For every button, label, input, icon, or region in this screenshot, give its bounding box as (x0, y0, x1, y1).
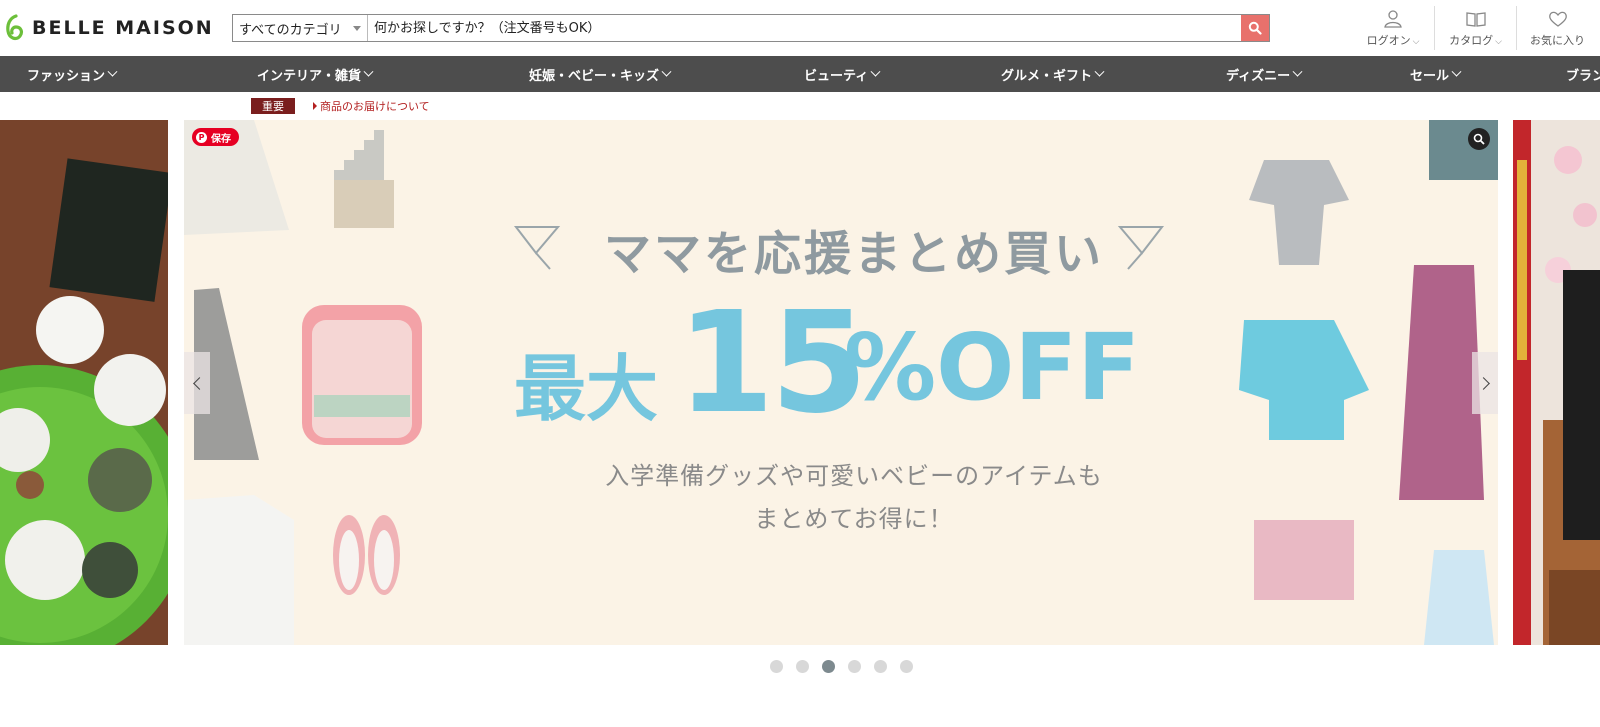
arrow-right-icon (313, 102, 317, 110)
chevron-down-icon (363, 66, 374, 77)
caret-down-icon (353, 26, 361, 31)
header-tools: ログオン ⌵ カタログ ⌵ お気に入り (1352, 6, 1598, 50)
discount-prefix: 最大 (514, 347, 659, 431)
banner-subtext-line1: 入学準備グッズや可愛いベビーのアイテムも (605, 462, 1103, 490)
save-button[interactable]: P 保存 (192, 128, 239, 146)
chevron-down-icon: ⌵ (1495, 37, 1502, 47)
important-notice: 重要 商品のお届けについて (251, 98, 430, 114)
site-header: BELLE MAISON すべてのカテゴリ ログオン⌵ カタログ⌵ (0, 0, 1600, 56)
nav-item-label: ブラン (1566, 68, 1600, 84)
main-nav: ファッション インテリア・雑貨 妊娠・ベビー・キッズ ビューティ グルメ・ギフト… (0, 56, 1600, 92)
catalog-label: カタログ (1449, 34, 1494, 47)
carousel-prev-button[interactable] (184, 352, 210, 414)
nav-item-interior[interactable]: インテリア・雑貨 (257, 56, 374, 92)
site-logo[interactable]: BELLE MAISON (4, 13, 214, 43)
carousel-dot[interactable] (874, 660, 887, 673)
nav-item-disney[interactable]: ディズニー (1226, 56, 1303, 92)
search-button[interactable] (1241, 15, 1269, 41)
chevron-down-icon (107, 66, 118, 77)
search-bar: すべてのカテゴリ (232, 14, 1270, 42)
search-category-select[interactable]: すべてのカテゴリ (233, 15, 368, 41)
book-icon (1465, 12, 1486, 27)
chevron-right-icon (1476, 376, 1490, 390)
chevron-down-icon (1451, 66, 1462, 77)
nav-item-label: ディズニー (1226, 68, 1291, 84)
nav-item-beauty[interactable]: ビューティ (804, 56, 881, 92)
heart-icon (1548, 11, 1567, 27)
notice-badge: 重要 (251, 98, 295, 114)
nav-item-gourmet-gift[interactable]: グルメ・ギフト (1001, 56, 1105, 92)
catalog-button[interactable]: カタログ ⌵ (1434, 6, 1516, 50)
lens-icon (1473, 133, 1485, 145)
favorites-button[interactable]: お気に入り (1516, 6, 1598, 50)
search-input[interactable] (368, 15, 1241, 41)
banner-discount: 最大 15 %OFF (514, 282, 1194, 445)
favorites-label: お気に入り (1530, 34, 1585, 47)
chevron-down-icon (1292, 66, 1303, 77)
visual-search-button[interactable] (1468, 128, 1490, 150)
search-category-label: すべてのカテゴリ (239, 22, 342, 38)
discount-suffix: %OFF (844, 314, 1141, 421)
nav-item-baby-kids[interactable]: 妊娠・ベビー・キッズ (529, 56, 672, 92)
flag-left-icon (513, 226, 561, 270)
nav-item-sale[interactable]: セール (1410, 56, 1462, 92)
login-button[interactable]: ログオン ⌵ (1352, 6, 1434, 50)
notice-link-text: 商品のお届けについて (320, 100, 430, 113)
carousel-dot[interactable] (770, 660, 783, 673)
chevron-left-icon (192, 376, 206, 390)
carousel-dot[interactable] (848, 660, 861, 673)
nav-item-brand[interactable]: ブラン (1566, 56, 1600, 92)
carousel-slide-previous[interactable] (0, 120, 168, 645)
nav-item-label: ビューティ (804, 68, 869, 84)
login-label: ログオン (1366, 34, 1411, 47)
chevron-down-icon (1094, 66, 1105, 77)
logo-mark-icon (6, 14, 23, 41)
chevron-down-icon (661, 66, 672, 77)
hina-doll-image (1513, 120, 1600, 645)
carousel-dot-active[interactable] (822, 660, 835, 673)
carousel-slide-next[interactable] (1513, 120, 1600, 645)
banner-subtext: 入学準備グッズや可愛いベビーのアイテムも まとめてお得に！ (514, 455, 1194, 541)
banner-subtext-line2: まとめてお得に！ (754, 505, 954, 533)
pinterest-icon: P (196, 131, 207, 143)
chevron-down-icon: ⌵ (1412, 37, 1420, 47)
nav-item-fashion[interactable]: ファッション (27, 56, 118, 92)
discount-number: 15 (677, 282, 868, 445)
carousel-dots (770, 660, 926, 673)
user-icon (1384, 10, 1402, 28)
save-label: 保存 (211, 133, 231, 145)
chevron-down-icon (870, 66, 881, 77)
nav-item-label: グルメ・ギフト (1001, 68, 1093, 84)
notice-link[interactable]: 商品のお届けについて (313, 98, 430, 114)
nav-item-label: ファッション (27, 68, 106, 84)
search-icon (1248, 21, 1262, 35)
carousel-dot[interactable] (900, 660, 913, 673)
carousel-next-button[interactable] (1472, 352, 1498, 414)
carousel-slide-active[interactable]: P 保存 ママを応援まとめ買い 最大 15 %OFF 入学準備グッズや可愛いベビ… (184, 120, 1498, 645)
carousel-dot[interactable] (796, 660, 809, 673)
logo-text: BELLE MAISON (32, 17, 214, 39)
nav-item-label: セール (1410, 68, 1450, 84)
nav-item-label: インテリア・雑貨 (257, 68, 362, 84)
nav-item-label: 妊娠・ベビー・キッズ (529, 68, 660, 84)
banner-headline: ママを応援まとめ買い (604, 227, 1104, 282)
bento-image (0, 120, 168, 645)
